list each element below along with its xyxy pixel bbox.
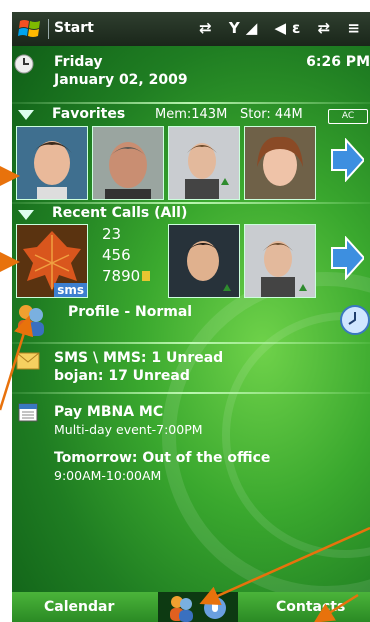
calendar-icon (18, 403, 38, 422)
event-detail: 9:00AM-10:00AM (54, 468, 162, 483)
battery-ac-badge: AC (328, 109, 368, 124)
recent-contact-photo[interactable] (244, 224, 316, 298)
memory-status: Mem:143M (155, 107, 228, 122)
event-detail: Multi-day event-7:00PM (54, 422, 203, 437)
profile-people-icon[interactable] (14, 302, 48, 336)
favorite-contact-photo[interactable] (244, 126, 316, 200)
divider (12, 102, 370, 104)
missed-call-badge-icon (142, 271, 151, 281)
contacts-softkey[interactable]: Contacts (276, 599, 345, 615)
system-status-icons[interactable]: ⇄ Y◢ ◀ε ⇄ ≡ (199, 19, 366, 37)
profile-label[interactable]: Profile - Normal (68, 304, 192, 320)
dialed-number: 7890 (102, 267, 141, 285)
event-title[interactable]: Tomorrow: Out of the office (54, 450, 270, 466)
collapse-triangle-icon[interactable] (18, 110, 34, 120)
clock-time[interactable]: 6:26 PM (306, 54, 370, 70)
soft-key-bar: Calendar Contacts (12, 592, 370, 622)
date-day[interactable]: Friday (54, 54, 103, 70)
next-arrow-icon[interactable] (330, 138, 364, 182)
favorite-contact-photo[interactable] (168, 126, 240, 200)
sms-autumn-leaf-tile[interactable]: sms (16, 224, 88, 298)
phone-screen: Start ⇄ Y◢ ◀ε ⇄ ≡ Friday January 02, 200… (12, 12, 370, 622)
sms-label: sms (54, 283, 87, 297)
voice-command-icon[interactable] (202, 595, 228, 621)
divider (12, 342, 370, 344)
sms-unread[interactable]: SMS \ MMS: 1 Unread (54, 350, 223, 366)
recent-contact-photo[interactable] (168, 224, 240, 298)
recent-calls-header[interactable]: Recent Calls (All) (52, 205, 187, 221)
email-unread[interactable]: bojan: 17 Unread (54, 368, 190, 384)
start-title[interactable]: Start (54, 20, 94, 36)
windows-start-icon[interactable] (18, 18, 42, 40)
title-separator (48, 19, 49, 39)
favorite-contact-photo[interactable] (16, 126, 88, 200)
divider (12, 202, 370, 204)
softkey-center-panel (158, 592, 238, 622)
title-bar: Start ⇄ Y◢ ◀ε ⇄ ≡ (12, 12, 370, 46)
storage-status: Stor: 44M (240, 107, 303, 122)
envelope-icon (16, 352, 40, 370)
divider (12, 392, 370, 394)
next-arrow-icon[interactable] (330, 236, 364, 280)
favorite-contact-photo[interactable] (92, 126, 164, 200)
collapse-triangle-icon[interactable] (18, 210, 34, 220)
dialed-number: 23 (102, 225, 122, 243)
favorites-header[interactable]: Favorites (52, 106, 125, 122)
contacts-people-icon[interactable] (166, 592, 196, 622)
date-full[interactable]: January 02, 2009 (54, 72, 188, 88)
calendar-softkey[interactable]: Calendar (44, 599, 114, 615)
clock-icon (14, 54, 34, 74)
dialed-number: 456 (102, 246, 131, 264)
event-title[interactable]: Pay MBNA MC (54, 404, 163, 420)
alarm-clock-icon[interactable] (338, 304, 370, 336)
dialed-numbers-tile[interactable]: 23 456 7890 (92, 224, 162, 296)
